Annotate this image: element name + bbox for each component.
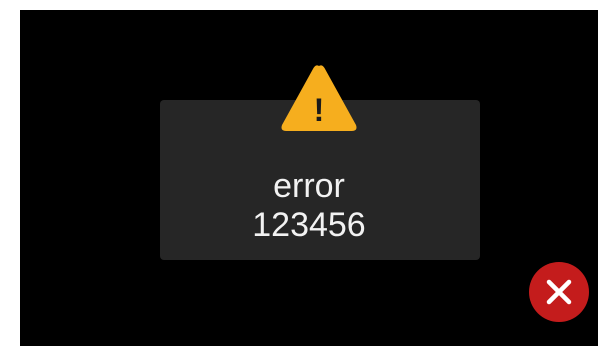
close-button[interactable] [529,262,589,322]
close-icon [546,279,572,305]
error-code: 123456 [252,206,366,244]
warning-exclamation: ! [314,92,325,128]
error-screen: ! error 123456 [20,10,598,346]
error-title: error [273,167,345,205]
warning-triangle-icon: ! [276,61,362,137]
